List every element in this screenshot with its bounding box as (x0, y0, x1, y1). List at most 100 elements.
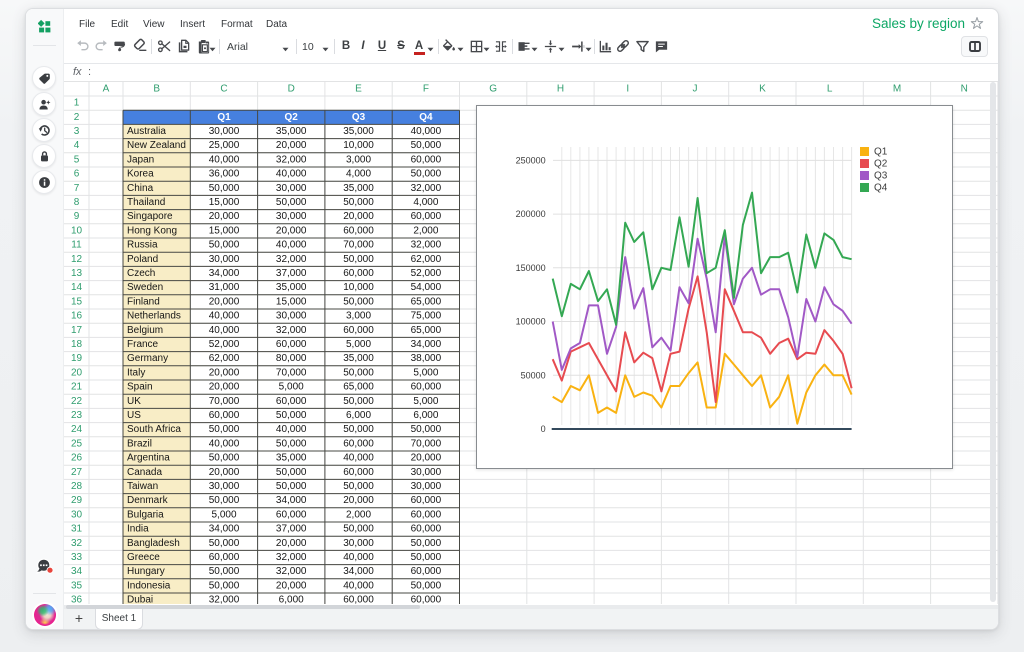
svg-text:10: 10 (71, 225, 83, 236)
svg-text:1: 1 (74, 98, 80, 109)
svg-text:200000: 200000 (516, 209, 546, 219)
svg-text:36: 36 (71, 595, 83, 604)
svg-text:5: 5 (74, 154, 80, 165)
svg-text:Q2: Q2 (874, 159, 888, 170)
svg-text:50,000: 50,000 (209, 538, 240, 549)
svg-text:Denmark: Denmark (127, 495, 169, 506)
svg-text:Q4: Q4 (874, 183, 888, 194)
svg-text:5,000: 5,000 (346, 339, 371, 350)
svg-text:19: 19 (71, 353, 83, 364)
svg-text:52,000: 52,000 (209, 339, 240, 350)
svg-text:30: 30 (71, 509, 83, 520)
svg-text:6: 6 (74, 169, 80, 180)
svg-text:20,000: 20,000 (411, 453, 442, 464)
svg-text:Q3: Q3 (352, 112, 366, 123)
svg-text:32,000: 32,000 (276, 566, 307, 577)
svg-text:Brazil: Brazil (127, 438, 152, 449)
svg-text:60,000: 60,000 (276, 509, 307, 520)
svg-text:20,000: 20,000 (276, 580, 307, 591)
svg-text:12: 12 (71, 254, 83, 265)
svg-text:Korea: Korea (127, 169, 154, 180)
svg-text:50,000: 50,000 (343, 197, 374, 208)
svg-text:30,000: 30,000 (276, 311, 307, 322)
svg-text:40,000: 40,000 (343, 453, 374, 464)
svg-text:J: J (693, 84, 698, 95)
svg-text:37,000: 37,000 (276, 524, 307, 535)
svg-text:100000: 100000 (516, 317, 546, 327)
svg-text:60,000: 60,000 (209, 410, 240, 421)
svg-text:30,000: 30,000 (209, 126, 240, 137)
svg-text:11: 11 (71, 240, 82, 251)
svg-text:50,000: 50,000 (276, 481, 307, 492)
svg-text:30,000: 30,000 (276, 211, 307, 222)
svg-text:Spain: Spain (127, 382, 153, 393)
svg-text:50,000: 50,000 (411, 580, 442, 591)
svg-text:50,000: 50,000 (343, 254, 374, 265)
svg-text:50000: 50000 (521, 370, 546, 380)
svg-text:40,000: 40,000 (276, 240, 307, 251)
svg-text:34: 34 (71, 566, 83, 577)
svg-text:40,000: 40,000 (276, 169, 307, 180)
svg-text:25: 25 (71, 438, 83, 449)
svg-text:8: 8 (74, 197, 80, 208)
svg-text:Sweden: Sweden (127, 282, 163, 293)
svg-text:Canada: Canada (127, 467, 162, 478)
svg-text:70,000: 70,000 (276, 367, 307, 378)
svg-text:60,000: 60,000 (343, 325, 374, 336)
svg-text:70,000: 70,000 (343, 240, 374, 251)
svg-text:32: 32 (71, 538, 83, 549)
svg-text:27: 27 (71, 467, 83, 478)
svg-text:H: H (557, 84, 564, 95)
svg-text:60,000: 60,000 (343, 268, 374, 279)
svg-text:65,000: 65,000 (411, 296, 442, 307)
svg-text:Taiwan: Taiwan (127, 481, 158, 492)
svg-text:32,000: 32,000 (276, 154, 307, 165)
svg-text:60,000: 60,000 (411, 382, 442, 393)
svg-text:50,000: 50,000 (343, 481, 374, 492)
svg-text:Finland: Finland (127, 296, 160, 307)
svg-text:D: D (288, 84, 295, 95)
svg-text:10,000: 10,000 (343, 282, 374, 293)
svg-text:31: 31 (71, 524, 83, 535)
svg-text:32,000: 32,000 (411, 183, 442, 194)
svg-text:50,000: 50,000 (411, 169, 442, 180)
svg-text:40,000: 40,000 (209, 438, 240, 449)
svg-text:28: 28 (71, 481, 83, 492)
svg-text:Indonesia: Indonesia (127, 580, 171, 591)
svg-text:50,000: 50,000 (411, 552, 442, 563)
svg-text:5,000: 5,000 (279, 382, 304, 393)
svg-text:Singapore: Singapore (127, 211, 173, 222)
svg-text:33: 33 (71, 552, 83, 563)
svg-text:South Africa: South Africa (127, 424, 181, 435)
svg-text:20,000: 20,000 (276, 225, 307, 236)
svg-text:Czech: Czech (127, 268, 155, 279)
svg-text:31,000: 31,000 (209, 282, 240, 293)
svg-text:30,000: 30,000 (411, 467, 442, 478)
svg-text:A: A (103, 84, 110, 95)
svg-text:50,000: 50,000 (411, 424, 442, 435)
svg-text:34,000: 34,000 (209, 524, 240, 535)
svg-text:40,000: 40,000 (343, 580, 374, 591)
svg-text:34,000: 34,000 (411, 339, 442, 350)
svg-text:15,000: 15,000 (276, 296, 307, 307)
svg-text:Japan: Japan (127, 154, 154, 165)
svg-text:C: C (220, 84, 227, 95)
svg-text:40,000: 40,000 (411, 126, 442, 137)
svg-text:60,000: 60,000 (209, 552, 240, 563)
svg-text:3,000: 3,000 (346, 311, 371, 322)
svg-text:60,000: 60,000 (411, 495, 442, 506)
svg-text:50,000: 50,000 (343, 396, 374, 407)
svg-text:35,000: 35,000 (276, 453, 307, 464)
svg-text:35,000: 35,000 (343, 126, 374, 137)
svg-text:34,000: 34,000 (343, 566, 374, 577)
svg-text:16: 16 (71, 311, 83, 322)
svg-text:50,000: 50,000 (209, 453, 240, 464)
svg-text:20,000: 20,000 (209, 296, 240, 307)
svg-text:60,000: 60,000 (411, 509, 442, 520)
svg-text:50,000: 50,000 (209, 580, 240, 591)
svg-text:Q1: Q1 (874, 147, 888, 158)
svg-text:40,000: 40,000 (209, 154, 240, 165)
svg-text:50,000: 50,000 (209, 566, 240, 577)
svg-text:30,000: 30,000 (209, 481, 240, 492)
svg-text:50,000: 50,000 (276, 197, 307, 208)
